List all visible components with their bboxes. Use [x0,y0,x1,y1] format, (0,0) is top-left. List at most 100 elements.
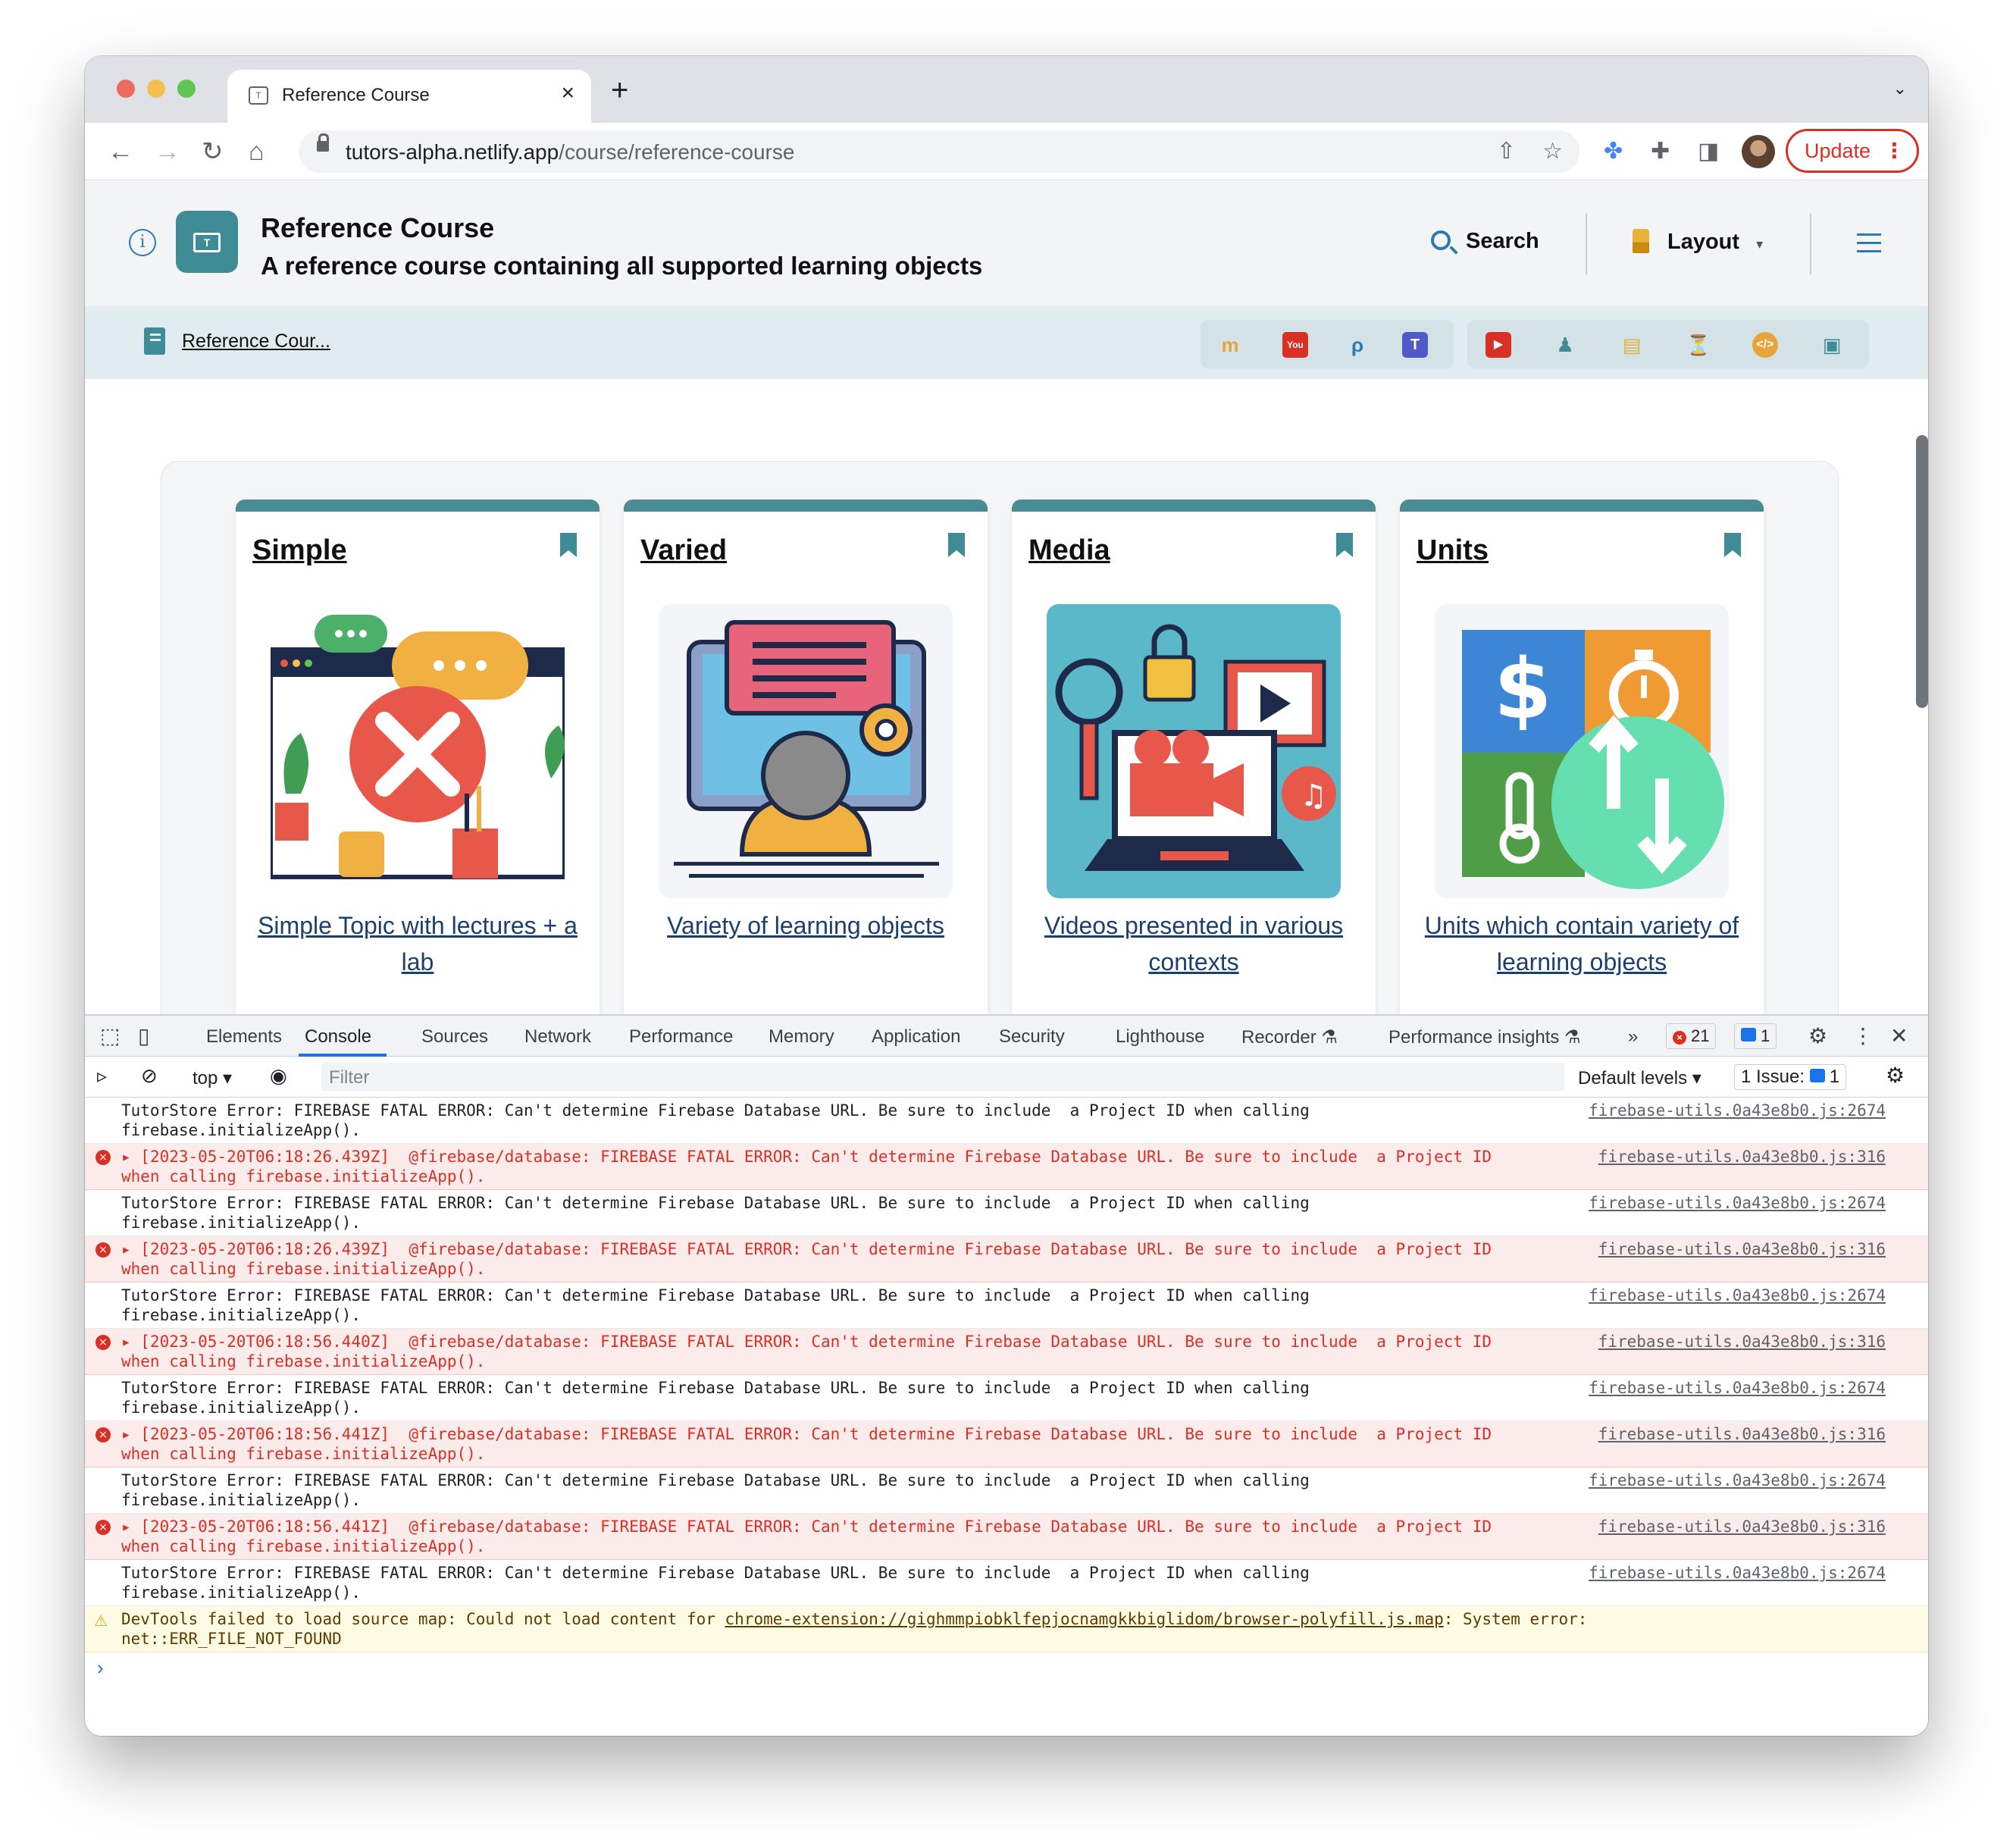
tab-application[interactable]: Application [872,1026,960,1048]
card-title[interactable]: Simple [252,534,347,567]
clear-console-icon[interactable]: ⊘ [141,1064,158,1088]
tab-lighthouse[interactable]: Lighthouse [1116,1026,1204,1048]
console-error[interactable]: × ▸ [2023-05-20T06:18:26.439Z] @firebase/… [85,1144,1928,1190]
moodle-icon[interactable]: m [1217,332,1243,358]
address-bar[interactable]: tutors-alpha.netlify.app/course/referenc… [299,130,1579,173]
tab-console[interactable]: Console [305,1026,371,1048]
topic-card-simple[interactable]: Simple Simple Topic with lectures + a la… [236,500,600,1045]
inspect-element-icon[interactable]: ⬚ [100,1023,120,1048]
teams-icon[interactable]: T [1402,332,1428,358]
error-count-badge[interactable]: × 21 [1666,1023,1717,1049]
minimize-window-button[interactable] [147,80,165,98]
search-button[interactable]: Search [1431,229,1539,254]
topic-card-varied[interactable]: Varied Variety of learning objects [624,500,988,1045]
card-description[interactable]: Simple Topic with lectures + a lab [251,907,584,980]
tab-network[interactable]: Network [524,1026,591,1048]
extensions-puzzle-icon[interactable]: ✚ [1651,136,1670,167]
tab-performance-insights[interactable]: Performance insights ⚗ [1388,1026,1581,1048]
topic-card-units[interactable]: Units $ Units which contain variety of l… [1400,500,1764,1045]
archive-icon[interactable]: ▣ [1819,332,1845,358]
side-panel-icon[interactable]: ◨ [1698,136,1719,167]
console-warning: ⚠ DevTools failed to load source map: Cou… [85,1606,1928,1652]
console-error[interactable]: × ▸ [2023-05-20T06:18:56.441Z] @firebase/… [85,1421,1928,1467]
tab-performance[interactable]: Performance [629,1026,733,1048]
source-link[interactable]: firebase-utils.0a43e8b0.js:316 [1598,1332,1886,1352]
log-levels-dropdown[interactable]: Default levels ▾ [1578,1067,1702,1089]
console-error[interactable]: × ▸ [2023-05-20T06:18:26.439Z] @firebase/… [85,1236,1928,1283]
course-title: Reference Course [261,212,495,243]
tab-sources[interactable]: Sources [421,1026,488,1048]
card-description[interactable]: Units which contain variety of learning … [1415,907,1748,980]
console-error[interactable]: × ▸ [2023-05-20T06:18:56.440Z] @firebase/… [85,1329,1928,1375]
browser-tab[interactable]: T Reference Course × [227,70,591,123]
tab-close-icon[interactable]: × [561,80,574,106]
tab-search-chevron-icon[interactable]: ⌄ [1893,79,1907,99]
card-description[interactable]: Videos presented in various contexts [1027,907,1360,980]
source-link[interactable]: firebase-utils.0a43e8b0.js:2674 [1589,1378,1886,1398]
hamburger-menu-icon[interactable] [1857,233,1881,258]
source-link[interactable]: firebase-utils.0a43e8b0.js:2674 [1589,1563,1886,1583]
maximize-window-button[interactable] [177,80,196,98]
issues-button[interactable]: 1 Issue: 1 [1734,1064,1847,1090]
profile-avatar[interactable] [1742,135,1775,168]
console-error[interactable]: × ▸ [2023-05-20T06:18:56.441Z] @firebase/… [85,1514,1928,1560]
message-icon [1741,1028,1756,1041]
home-icon[interactable]: ⌂ [249,136,265,167]
more-tabs-icon[interactable]: » [1628,1026,1638,1048]
message-count-badge[interactable]: 1 [1734,1023,1777,1049]
svg-text:♫: ♫ [1300,778,1327,813]
source-link[interactable]: firebase-utils.0a43e8b0.js:2674 [1589,1286,1886,1305]
youtube-channel-icon[interactable]: You [1282,332,1308,358]
tab-security[interactable]: Security [999,1026,1065,1048]
close-devtools-icon[interactable]: ✕ [1890,1023,1908,1048]
forward-arrow-icon[interactable]: → [155,136,180,167]
breadcrumb-link[interactable]: Reference Cour... [182,330,330,352]
video-icon[interactable]: ▶ [1485,332,1511,358]
card-title[interactable]: Units [1417,534,1489,567]
url-text: tutors-alpha.netlify.app/course/referenc… [346,140,795,164]
console-prompt[interactable]: › [85,1652,1928,1686]
source-link[interactable]: firebase-utils.0a43e8b0.js:316 [1598,1517,1886,1536]
lab-icon[interactable]: ⏳ [1686,332,1711,358]
back-arrow-icon[interactable]: ← [108,136,133,167]
console-settings-gear-icon[interactable]: ⚙ [1886,1063,1905,1088]
info-icon[interactable]: i [129,229,156,256]
talk-icon[interactable]: ♟ [1552,332,1578,358]
card-title[interactable]: Media [1028,534,1110,567]
notes-icon[interactable]: ▤ [1619,332,1645,358]
context-selector[interactable]: top ▾ [193,1067,232,1089]
code-icon[interactable]: </> [1752,332,1778,358]
source-link[interactable]: firebase-utils.0a43e8b0.js:2674 [1589,1471,1886,1490]
source-link[interactable]: firebase-utils.0a43e8b0.js:316 [1598,1147,1886,1167]
source-link[interactable]: firebase-utils.0a43e8b0.js:2674 [1589,1193,1886,1213]
settings-gear-icon[interactable]: ⚙ [1808,1023,1827,1048]
piazza-icon[interactable]: ρ [1345,332,1370,358]
source-link[interactable]: firebase-utils.0a43e8b0.js:2674 [1589,1101,1886,1120]
card-title[interactable]: Varied [640,534,727,567]
sourcemap-link[interactable]: chrome-extension://gighmmpiobklfepjocnam… [725,1610,1444,1628]
tab-memory[interactable]: Memory [769,1026,834,1048]
layout-button[interactable]: Layout ▾ [1633,229,1763,255]
tab-recorder[interactable]: Recorder ⚗ [1241,1026,1338,1048]
filter-input[interactable]: Filter [321,1063,1564,1092]
page-scrollbar[interactable] [1916,435,1928,708]
device-toolbar-icon[interactable]: ▯ [138,1023,149,1048]
card-description[interactable]: Variety of learning objects [639,907,972,944]
sidebar-toggle-icon[interactable]: ▹ [97,1064,107,1088]
devtools-menu-icon[interactable]: ⋮ [1852,1023,1874,1048]
update-button[interactable]: Update ⋮ [1786,129,1919,173]
bookmark-star-icon[interactable]: ☆ [1542,138,1563,164]
browser-toolbar: ← → ↻ ⌂ tutors-alpha.netlify.app/course/… [85,123,1928,180]
color-extension-icon[interactable]: ✤ [1604,136,1623,167]
close-window-button[interactable] [117,80,135,98]
error-icon: × [95,1150,111,1165]
share-icon[interactable]: ⇧ [1497,138,1516,164]
reload-icon[interactable]: ↻ [202,136,224,167]
svg-text:$: $ [1494,641,1552,738]
tab-elements[interactable]: Elements [206,1026,282,1048]
new-tab-button[interactable]: + [611,75,628,105]
live-expression-eye-icon[interactable]: ◉ [270,1064,287,1088]
topic-card-media[interactable]: Media ♫ Videos presented in various cont… [1012,500,1376,1045]
source-link[interactable]: firebase-utils.0a43e8b0.js:316 [1598,1424,1886,1444]
source-link[interactable]: firebase-utils.0a43e8b0.js:316 [1598,1239,1886,1259]
